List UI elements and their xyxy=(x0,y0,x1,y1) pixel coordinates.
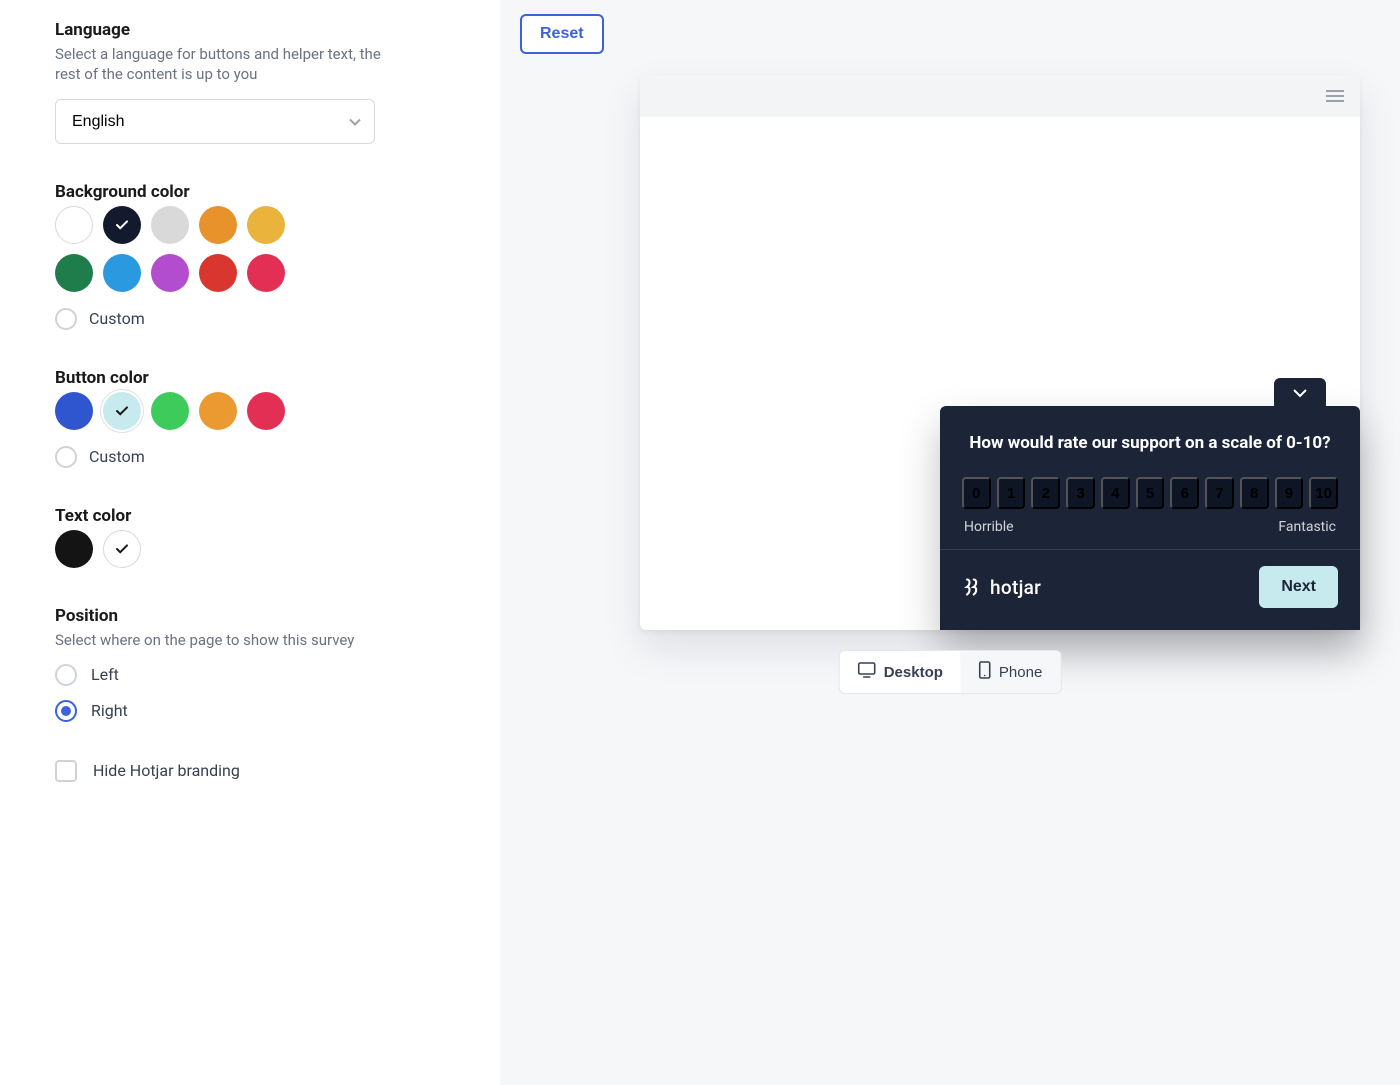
nps-cell-5[interactable]: 5 xyxy=(1136,477,1165,509)
check-icon xyxy=(115,404,129,418)
text-swatch-row xyxy=(55,530,315,568)
phone-icon xyxy=(979,661,991,683)
position-option-right: Right xyxy=(55,700,450,722)
background-swatch-3[interactable] xyxy=(199,206,237,244)
nps-cell-6[interactable]: 6 xyxy=(1170,477,1199,509)
position-section: Position Select where on the page to sho… xyxy=(55,606,450,722)
background-custom-row: Custom xyxy=(55,308,450,330)
nps-row: 012345678910 xyxy=(962,477,1338,509)
background-color-section: Background color Custom xyxy=(55,182,450,330)
background-swatch-6[interactable] xyxy=(103,254,141,292)
language-select[interactable]: English xyxy=(55,99,375,144)
survey-footer: hotjar Next xyxy=(940,549,1360,630)
hide-branding-label: Hide Hotjar branding xyxy=(93,761,240,780)
button-swatch-row xyxy=(55,392,315,430)
browser-mock: How would rate our support on a scale of… xyxy=(640,75,1360,630)
browser-header xyxy=(640,75,1360,117)
position-radio-right[interactable] xyxy=(55,700,77,722)
nps-cell-10[interactable]: 10 xyxy=(1309,477,1338,509)
survey-body: How would rate our support on a scale of… xyxy=(940,406,1360,549)
text-swatch-1[interactable] xyxy=(103,530,141,568)
reset-button[interactable]: Reset xyxy=(520,14,604,54)
button-swatch-0[interactable] xyxy=(55,392,93,430)
hotjar-brand-text: hotjar xyxy=(990,576,1041,599)
button-swatch-4[interactable] xyxy=(247,392,285,430)
button-color-title: Button color xyxy=(55,368,450,388)
background-custom-radio[interactable] xyxy=(55,308,77,330)
text-color-section: Text color xyxy=(55,506,450,568)
button-swatch-2[interactable] xyxy=(151,392,189,430)
survey-widget: How would rate our support on a scale of… xyxy=(940,406,1360,630)
check-icon xyxy=(115,218,129,232)
hide-branding-row: Hide Hotjar branding xyxy=(55,760,450,782)
position-radio-left[interactable] xyxy=(55,664,77,686)
text-swatch-0[interactable] xyxy=(55,530,93,568)
background-swatch-9[interactable] xyxy=(247,254,285,292)
position-options: Left Right xyxy=(55,664,450,722)
nps-cell-1[interactable]: 1 xyxy=(997,477,1026,509)
language-subtitle: Select a language for buttons and helper… xyxy=(55,44,385,85)
nps-cell-7[interactable]: 7 xyxy=(1205,477,1234,509)
language-section: Language Select a language for buttons a… xyxy=(55,20,450,144)
hotjar-brand: hotjar xyxy=(962,576,1041,599)
position-label-left: Left xyxy=(91,665,119,684)
check-icon xyxy=(115,542,129,556)
survey-question: How would rate our support on a scale of… xyxy=(962,432,1338,455)
hide-branding-checkbox[interactable] xyxy=(55,760,77,782)
nps-cell-8[interactable]: 8 xyxy=(1240,477,1269,509)
button-swatch-3[interactable] xyxy=(199,392,237,430)
button-custom-radio[interactable] xyxy=(55,446,77,468)
device-desktop-button[interactable]: Desktop xyxy=(840,651,961,693)
background-swatch-2[interactable] xyxy=(151,206,189,244)
position-label-right: Right xyxy=(91,701,128,720)
nps-high-label: Fantastic xyxy=(1278,519,1336,535)
button-swatch-1[interactable] xyxy=(103,392,141,430)
settings-panel: Language Select a language for buttons a… xyxy=(0,0,500,1085)
background-swatch-row xyxy=(55,206,315,292)
hotjar-logo-icon xyxy=(962,577,982,597)
nps-cell-2[interactable]: 2 xyxy=(1031,477,1060,509)
device-desktop-label: Desktop xyxy=(884,664,943,681)
nps-cell-3[interactable]: 3 xyxy=(1066,477,1095,509)
hamburger-icon xyxy=(1326,90,1344,102)
language-select-wrap: English xyxy=(55,99,375,144)
background-swatch-5[interactable] xyxy=(55,254,93,292)
desktop-icon xyxy=(858,662,876,682)
nps-labels: Horrible Fantastic xyxy=(962,519,1338,535)
background-swatch-0[interactable] xyxy=(55,206,93,244)
device-toggle: Desktop Phone xyxy=(839,650,1062,694)
background-swatch-7[interactable] xyxy=(151,254,189,292)
chevron-down-icon xyxy=(1293,383,1307,402)
background-custom-label: Custom xyxy=(89,309,145,328)
background-swatch-1[interactable] xyxy=(103,206,141,244)
background-swatch-4[interactable] xyxy=(247,206,285,244)
nps-cell-9[interactable]: 9 xyxy=(1275,477,1304,509)
device-phone-button[interactable]: Phone xyxy=(961,651,1060,693)
preview-panel: Reset How would rate our support on a sc… xyxy=(500,0,1400,1085)
button-color-section: Button color Custom xyxy=(55,368,450,468)
text-color-title: Text color xyxy=(55,506,450,526)
survey-collapse-tab[interactable] xyxy=(1274,378,1326,406)
button-custom-row: Custom xyxy=(55,446,450,468)
position-option-left: Left xyxy=(55,664,450,686)
background-swatch-8[interactable] xyxy=(199,254,237,292)
nps-cell-0[interactable]: 0 xyxy=(962,477,991,509)
button-custom-label: Custom xyxy=(89,447,145,466)
position-title: Position xyxy=(55,606,450,626)
nps-low-label: Horrible xyxy=(964,519,1014,535)
device-phone-label: Phone xyxy=(999,664,1042,681)
language-title: Language xyxy=(55,20,450,40)
next-button[interactable]: Next xyxy=(1259,566,1338,608)
position-subtitle: Select where on the page to show this su… xyxy=(55,630,385,650)
nps-cell-4[interactable]: 4 xyxy=(1101,477,1130,509)
background-color-title: Background color xyxy=(55,182,450,202)
